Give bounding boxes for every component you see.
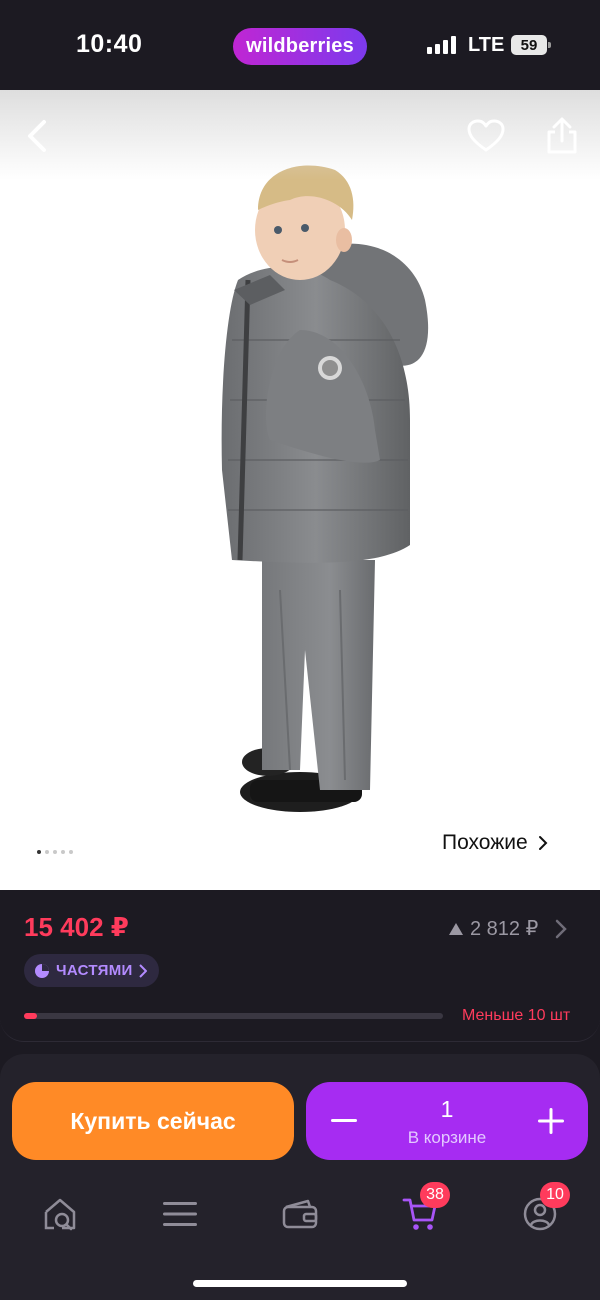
- page-dot: [53, 850, 57, 854]
- plus-icon: [538, 1108, 564, 1134]
- increase-quantity-button[interactable]: [531, 1101, 571, 1141]
- network-label: LTE: [468, 34, 505, 56]
- wallet-icon: [282, 1199, 318, 1229]
- heart-icon: [467, 119, 505, 152]
- similar-label: Похожие: [442, 831, 528, 854]
- home-search-icon: [44, 1198, 76, 1231]
- buy-now-button[interactable]: Купить сейчас: [12, 1082, 294, 1160]
- similar-button[interactable]: Похожие: [424, 820, 562, 866]
- favorite-button[interactable]: [464, 114, 508, 158]
- tab-home[interactable]: [30, 1184, 90, 1244]
- price-card: 15 402 ₽ 2 812 ₽ ЧАСТЯМИ Меньше 10 шт: [0, 890, 600, 1042]
- page-dot: [69, 850, 73, 854]
- cart-quantity-control: 1 В корзине: [306, 1082, 588, 1160]
- menu-icon: [163, 1202, 197, 1226]
- installments-badge[interactable]: ЧАСТЯМИ: [24, 954, 159, 987]
- chevron-left-icon: [28, 120, 46, 152]
- tab-bar: 38 10: [0, 1182, 600, 1244]
- cart-badge: 38: [420, 1182, 450, 1208]
- profile-badge: 10: [540, 1182, 570, 1208]
- stock-progress: [24, 1013, 443, 1019]
- page-dot-active: [37, 850, 41, 854]
- brand-logo: wildberries: [233, 28, 367, 65]
- product-photo: [221, 165, 429, 812]
- stock-label: Меньше 10 шт: [462, 1007, 571, 1024]
- tab-cart[interactable]: 38: [390, 1182, 450, 1244]
- pie-chart-icon: [35, 963, 49, 978]
- installments-label: ЧАСТЯМИ: [56, 962, 133, 979]
- chevron-right-icon: [138, 963, 147, 978]
- tab-profile[interactable]: 10: [510, 1182, 570, 1244]
- back-button[interactable]: [16, 114, 60, 158]
- price-delta[interactable]: 2 812 ₽: [448, 916, 568, 941]
- price-value: 15 402 ₽: [24, 912, 129, 942]
- product-gallery[interactable]: Похожие: [0, 90, 600, 890]
- triangle-up-icon: [449, 922, 463, 935]
- battery-level: 59: [511, 35, 547, 55]
- page-dot: [61, 850, 65, 854]
- top-shade: [0, 90, 600, 180]
- signal-icon: [427, 36, 459, 54]
- chevron-right-icon: [538, 836, 548, 850]
- status-bar: 10:40 wildberries LTE 59: [0, 0, 600, 90]
- page-dot: [45, 850, 49, 854]
- chevron-right-icon: [556, 919, 568, 938]
- tab-wallet[interactable]: [270, 1184, 330, 1244]
- gallery-pagination: [37, 850, 73, 854]
- battery-icon: 59: [511, 35, 551, 55]
- bottom-sheet: Купить сейчас 1 В корзине 38 10: [0, 1054, 600, 1300]
- stock-progress-fill: [24, 1013, 37, 1019]
- share-icon: [547, 117, 577, 154]
- status-time: 10:40: [76, 30, 143, 58]
- share-button[interactable]: [540, 114, 584, 158]
- tab-catalog[interactable]: [150, 1184, 210, 1244]
- price-delta-value: 2 812 ₽: [470, 918, 539, 940]
- home-indicator: [193, 1280, 407, 1287]
